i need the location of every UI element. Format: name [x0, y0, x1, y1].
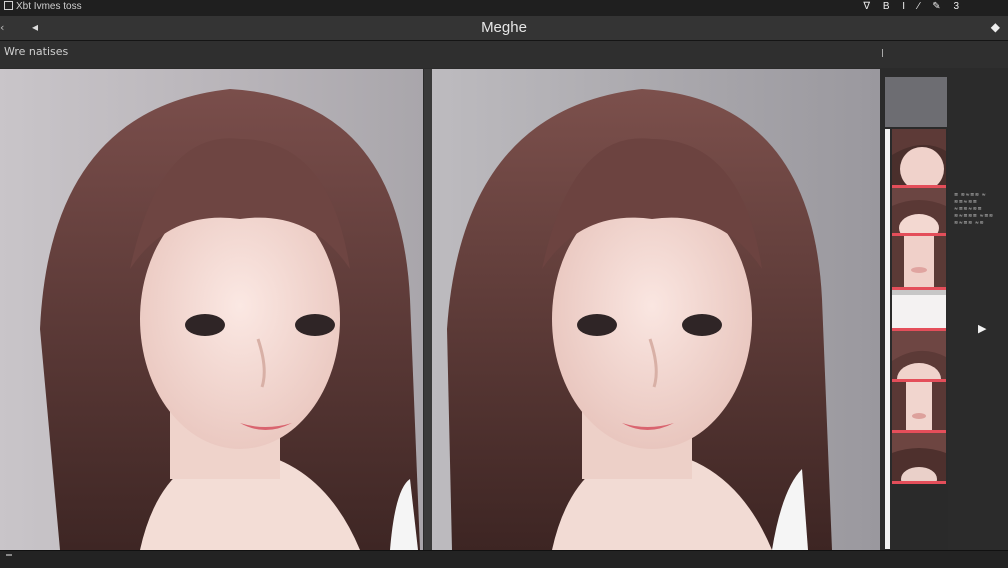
- side-info-text: ≡ ≋≈≡≋ ≈ ≋≡≈≋≡ ≈≡≋≈≋≡ ≋≈≡≋≡ ≈≡≋ ≋≈≡≋ ≈≋: [954, 192, 994, 226]
- thumbnail-2[interactable]: [892, 188, 946, 236]
- image-panel-right[interactable]: [432, 69, 880, 550]
- portrait-image-right: [447, 89, 832, 550]
- portrait-image-left: [40, 89, 420, 550]
- image-panel-left[interactable]: [0, 69, 423, 550]
- app-title: Xbt Ivmes toss: [4, 1, 82, 12]
- thumbnail-7[interactable]: [892, 433, 946, 484]
- thumbnail-6[interactable]: [892, 382, 946, 433]
- window-title: Meghe: [481, 19, 527, 36]
- thumbnail-4[interactable]: [892, 290, 946, 331]
- app-title-text: Xbt Ivmes toss: [16, 1, 82, 12]
- status-bar: [0, 550, 1008, 568]
- top-bar: Xbt Ivmes toss ∇ B I ∕ ✎ 3: [0, 0, 1008, 16]
- splitter-tick[interactable]: [882, 49, 883, 57]
- play-arrow-icon[interactable]: ▶: [978, 322, 986, 335]
- strip-header: [885, 77, 947, 127]
- thumbnail-5[interactable]: [892, 331, 946, 382]
- title-bar: ‹ ◂ Meghe ◆: [0, 16, 1008, 41]
- label-bar: Wre natises: [0, 41, 1008, 68]
- toolbar-icons[interactable]: ∇ B I ∕ ✎ 3: [863, 1, 964, 12]
- diamond-icon[interactable]: ◆: [991, 20, 1000, 34]
- status-marker: [6, 554, 12, 556]
- strip-rail: [885, 129, 890, 549]
- section-label: Wre natises: [4, 45, 69, 58]
- panel-divider[interactable]: [424, 69, 432, 550]
- thumbnail-3[interactable]: [892, 236, 946, 290]
- thumbnail-1[interactable]: [892, 129, 946, 188]
- thumbnail-strip: [884, 77, 948, 550]
- app-icon: [4, 1, 13, 10]
